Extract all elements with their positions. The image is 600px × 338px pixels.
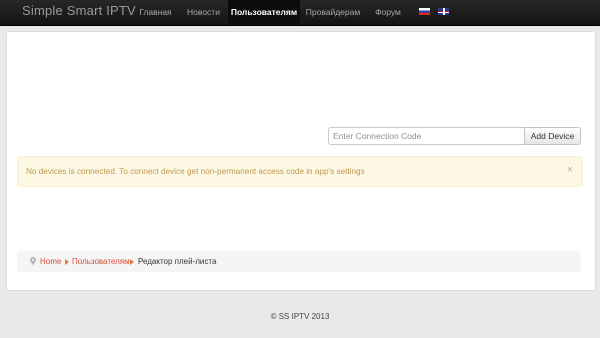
breadcrumb-home[interactable]: Home — [40, 251, 61, 272]
breadcrumb: Home Пользователям Редактор плей-листа — [17, 251, 581, 272]
close-icon[interactable]: × — [567, 163, 573, 177]
nav-item-providers[interactable]: Провайдерам — [302, 0, 364, 25]
nav-item-news[interactable]: Новости — [181, 0, 226, 25]
uk-flag-icon[interactable] — [438, 8, 449, 15]
nav-item-forum[interactable]: Форум — [368, 0, 408, 25]
breadcrumb-separator-icon — [65, 259, 69, 265]
brand-logo[interactable]: Simple Smart IPTV — [22, 3, 136, 18]
map-pin-icon — [30, 257, 36, 265]
no-devices-alert: No devices is connected. To connect devi… — [17, 156, 583, 187]
ru-flag-icon[interactable] — [419, 8, 430, 15]
connection-code-input[interactable] — [328, 127, 525, 145]
nav-item-users[interactable]: Пользователям — [228, 0, 300, 25]
top-navbar: Simple Smart IPTV Главная Новости Пользо… — [0, 0, 600, 26]
breadcrumb-separator-icon — [130, 259, 134, 265]
nav-item-home[interactable]: Главная — [134, 0, 177, 25]
add-device-button[interactable]: Add Device — [524, 127, 581, 145]
alert-message: No devices is connected. To connect devi… — [26, 167, 365, 176]
main-panel: Add Device No devices is connected. To c… — [6, 31, 596, 291]
breadcrumb-users[interactable]: Пользователям — [72, 251, 130, 272]
footer-copyright: © SS IPTV 2013 — [270, 312, 330, 321]
breadcrumb-current: Редактор плей-листа — [138, 257, 217, 266]
